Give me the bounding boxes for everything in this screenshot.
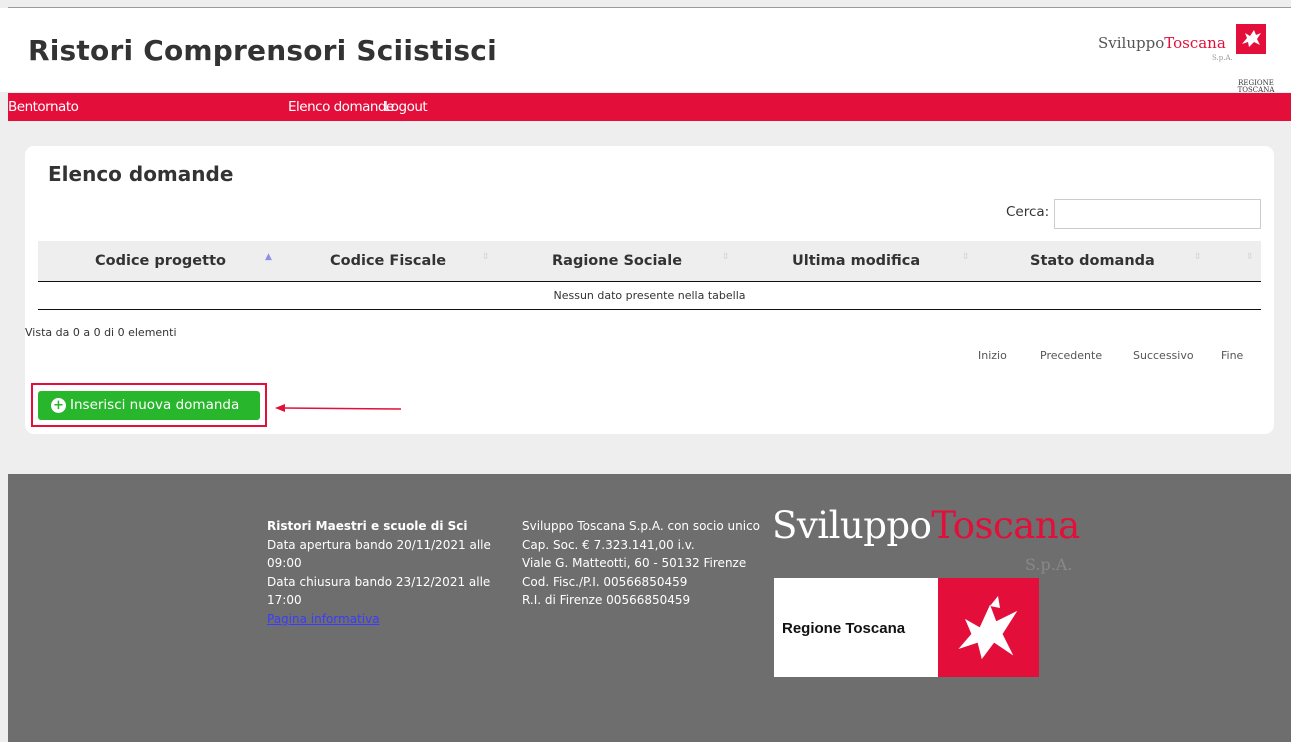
pager-previous[interactable]: Precedente bbox=[1040, 349, 1102, 362]
sort-icon[interactable]: ⇳ bbox=[482, 253, 490, 262]
nav-welcome: Bentornato bbox=[8, 99, 79, 115]
main-navbar: Bentornato Elenco domande Logout bbox=[8, 93, 1291, 121]
col-stato-domanda[interactable]: Stato domanda bbox=[1030, 253, 1155, 269]
search-label: Cerca: bbox=[1006, 204, 1050, 220]
sort-icon[interactable]: ⇳ bbox=[1246, 253, 1254, 262]
regione-toscana-label: REGIONE TOSCANA bbox=[1237, 79, 1275, 94]
search-input[interactable] bbox=[1054, 199, 1261, 229]
sort-icon[interactable]: ⇳ bbox=[962, 253, 970, 262]
pegasus-icon bbox=[958, 596, 1018, 660]
sviluppo-toscana-logo-large: SviluppoToscana bbox=[772, 504, 1080, 547]
sort-icon[interactable]: ⇳ bbox=[722, 253, 730, 262]
col-ragione-sociale[interactable]: Ragione Sociale bbox=[552, 253, 682, 269]
footer-company-info: Sviluppo Toscana S.p.A. con socio unico … bbox=[522, 519, 761, 607]
sviluppo-toscana-logo-large-suffix: S.p.A. bbox=[1025, 555, 1073, 574]
nav-elenco-domande-link[interactable]: Elenco domande bbox=[288, 99, 394, 115]
pager-next[interactable]: Successivo bbox=[1133, 349, 1194, 362]
plus-circle-icon: + bbox=[51, 398, 66, 413]
col-codice-fiscale[interactable]: Codice Fiscale bbox=[330, 253, 446, 269]
sviluppo-toscana-logo-small: SviluppoToscana bbox=[1098, 34, 1226, 52]
pager-first[interactable]: Inizio bbox=[978, 349, 1007, 362]
table-info: Vista da 0 a 0 di 0 elementi bbox=[25, 326, 177, 339]
pager-last[interactable]: Fine bbox=[1221, 349, 1243, 362]
footer-bando-info: Ristori Maestri e scuole di Sci Data ape… bbox=[267, 517, 517, 628]
col-codice-progetto[interactable]: Codice progetto bbox=[95, 253, 226, 269]
pegasus-icon bbox=[1236, 24, 1266, 54]
applications-card: Elenco domande Cerca: Codice progetto ▲ … bbox=[25, 146, 1274, 434]
pagina-informativa-link[interactable]: Pagina informativa bbox=[267, 610, 517, 629]
table-header: Codice progetto ▲ Codice Fiscale ⇳ Ragio… bbox=[38, 241, 1261, 282]
page-title: Elenco domande bbox=[48, 162, 234, 186]
col-ultima-modifica[interactable]: Ultima modifica bbox=[792, 253, 920, 269]
page-header: Ristori Comprensori Sciistisci SviluppoT… bbox=[0, 8, 1291, 94]
pegasus-panel bbox=[938, 578, 1039, 677]
regione-toscana-logo: Regione Toscana bbox=[774, 578, 1039, 677]
new-application-button[interactable]: + Inserisci nuova domanda bbox=[38, 391, 260, 420]
sort-icon[interactable]: ⇳ bbox=[1194, 253, 1202, 262]
arrow-left-icon bbox=[275, 404, 402, 412]
sviluppo-toscana-logo-suffix: S.p.A. bbox=[1212, 54, 1233, 62]
page-footer: Ristori Maestri e scuole di Sci Data ape… bbox=[8, 474, 1291, 742]
nav-logout-link[interactable]: Logout bbox=[384, 99, 428, 115]
app-title: Ristori Comprensori Sciistisci bbox=[28, 34, 497, 67]
empty-table-message: Nessun dato presente nella tabella bbox=[38, 282, 1261, 310]
sort-asc-icon[interactable]: ▲ bbox=[265, 253, 272, 262]
